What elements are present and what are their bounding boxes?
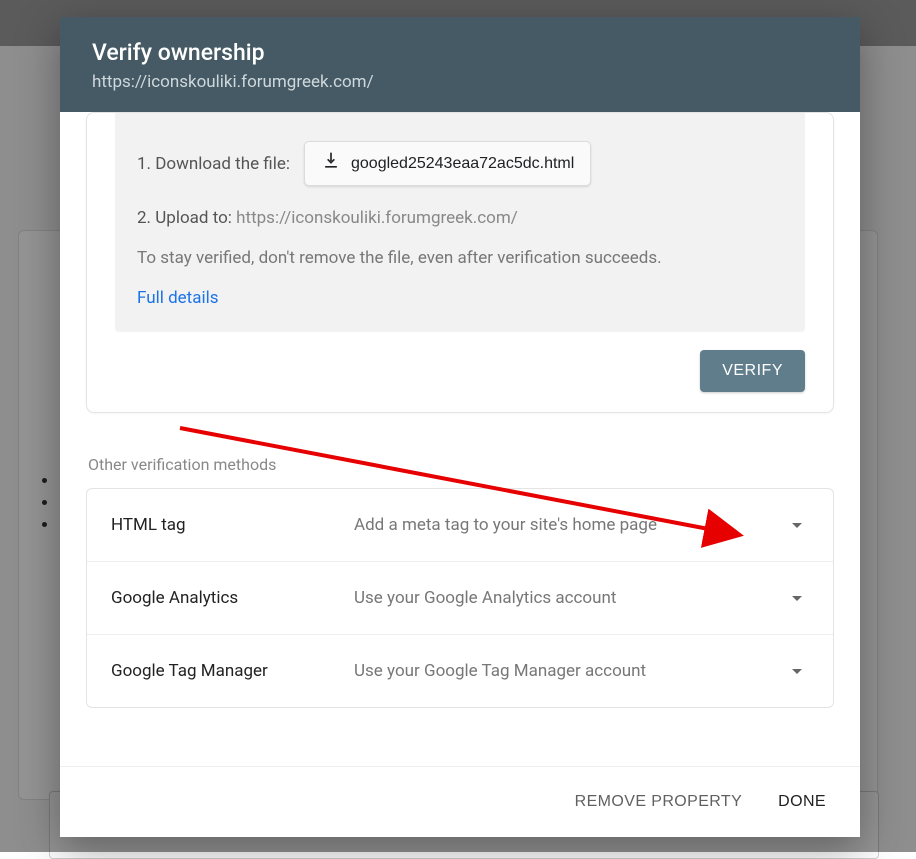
download-icon	[321, 151, 341, 176]
method-desc: Use your Google Tag Manager account	[354, 661, 777, 681]
verify-row: VERIFY	[87, 332, 833, 392]
step-download: 1. Download the file: googled25243eaa72a…	[137, 141, 783, 186]
done-button[interactable]: DONE	[774, 785, 830, 819]
dialog-subtitle: https://iconskouliki.forumgreek.com/	[92, 72, 828, 92]
method-google-tag-manager[interactable]: Google Tag Manager Use your Google Tag M…	[87, 635, 833, 707]
step1-label: 1. Download the file:	[137, 154, 290, 174]
dialog-header: Verify ownership https://iconskouliki.fo…	[60, 17, 860, 112]
chevron-down-icon	[785, 513, 809, 537]
step2-url: https://iconskouliki.forumgreek.com/	[236, 208, 518, 228]
other-methods-label: Other verification methods	[88, 455, 834, 474]
method-name: HTML tag	[111, 515, 346, 535]
method-google-analytics[interactable]: Google Analytics Use your Google Analyti…	[87, 562, 833, 635]
verify-button[interactable]: VERIFY	[700, 350, 805, 392]
method-desc: Add a meta tag to your site's home page	[354, 515, 777, 535]
method-name: Google Tag Manager	[111, 661, 346, 681]
verify-ownership-dialog: Verify ownership https://iconskouliki.fo…	[60, 17, 860, 837]
download-filename: googled25243eaa72ac5dc.html	[351, 155, 574, 173]
full-details-link[interactable]: Full details	[137, 288, 219, 308]
dialog-body-scroll[interactable]: 1. Download the file: googled25243eaa72a…	[60, 112, 860, 766]
step2-prefix: 2. Upload to:	[137, 208, 236, 228]
verify-note: To stay verified, don't remove the file,…	[137, 248, 783, 268]
file-panel: 1. Download the file: googled25243eaa72a…	[115, 113, 805, 332]
step-upload: 2. Upload to: https://iconskouliki.forum…	[137, 208, 783, 228]
other-methods-card: HTML tag Add a meta tag to your site's h…	[86, 488, 834, 708]
remove-property-button[interactable]: REMOVE PROPERTY	[571, 785, 747, 819]
dialog-title: Verify ownership	[92, 39, 828, 66]
method-html-tag[interactable]: HTML tag Add a meta tag to your site's h…	[87, 489, 833, 562]
html-file-card: 1. Download the file: googled25243eaa72a…	[86, 112, 834, 413]
method-name: Google Analytics	[111, 588, 346, 608]
dialog-footer: REMOVE PROPERTY DONE	[60, 766, 860, 837]
chevron-down-icon	[785, 659, 809, 683]
download-file-button[interactable]: googled25243eaa72ac5dc.html	[304, 141, 591, 186]
method-desc: Use your Google Analytics account	[354, 588, 777, 608]
chevron-down-icon	[785, 586, 809, 610]
